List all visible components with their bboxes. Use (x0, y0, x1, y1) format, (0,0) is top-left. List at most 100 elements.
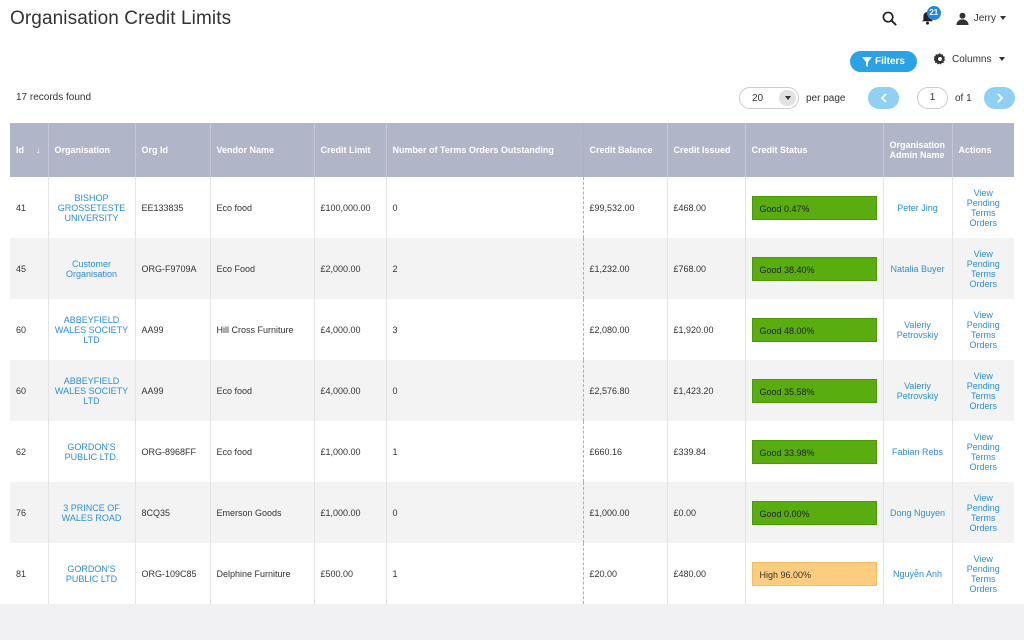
user-menu[interactable]: Jerry (956, 12, 1006, 25)
cell-terms-outstanding: 1 (386, 543, 584, 604)
organisation-link[interactable]: 3 PRINCE OF WALES ROAD (48, 482, 136, 543)
notifications-bell[interactable]: 21 (918, 6, 941, 28)
column-header-admin-name[interactable]: Organisation Admin Name (883, 123, 953, 177)
credit-status-badge: Good 48.00% (751, 317, 877, 342)
cell-vendor-name: Eco food (210, 421, 315, 482)
notification-count-badge: 21 (926, 6, 941, 20)
organisation-link[interactable]: ABBEYFIELD WALES SOCIETY LTD (48, 360, 136, 421)
admin-name-link[interactable]: Valeriy Petrovskiy (883, 360, 953, 421)
cell-org-id: AA99 (135, 360, 211, 421)
admin-name-link[interactable]: Fabian Rebs (883, 421, 953, 482)
view-pending-terms-orders-link[interactable]: View Pending Terms Orders (952, 299, 1014, 360)
cell-terms-outstanding: 1 (386, 421, 584, 482)
credit-status-badge: Good 33.98% (751, 439, 877, 464)
cell-id: 60 (10, 360, 49, 421)
column-header-credit-balance[interactable]: Credit Balance (583, 123, 668, 177)
cell-org-id: ORG-109C85 (135, 543, 211, 604)
cell-terms-outstanding: 0 (386, 482, 584, 543)
top-bar-actions: 21 Jerry (880, 6, 1006, 28)
admin-name-link[interactable]: Nguyễn Anh (883, 543, 953, 604)
cell-org-id: ORG-8968FF (135, 421, 211, 482)
page-footer-band (0, 604, 1024, 640)
organisation-link[interactable]: Customer Organisation (48, 238, 136, 299)
credit-status-badge: Good 38.40% (751, 256, 877, 281)
credit-limits-table: Id ↓ Organisation Org Id Vendor Name Cred… (10, 123, 1014, 604)
table-body: 41 BISHOP GROSSETESTE UNIVERSITY EE133835 E… (10, 177, 1014, 604)
organisation-link[interactable]: GORDON'S PUBLIC LTD (48, 543, 136, 604)
column-header-id[interactable]: Id ↓ (10, 123, 49, 177)
column-header-terms-outstanding[interactable]: Number of Terms Orders Outstanding (386, 123, 584, 177)
admin-name-link[interactable]: Valeriy Petrovskiy (883, 299, 953, 360)
organisation-link[interactable]: BISHOP GROSSETESTE UNIVERSITY (48, 177, 136, 238)
user-name: Jerry (973, 12, 996, 24)
cell-id: 60 (10, 299, 49, 360)
cell-credit-balance: £1,000.00 (583, 482, 668, 543)
view-pending-terms-orders-link[interactable]: View Pending Terms Orders (952, 238, 1014, 299)
cell-credit-issued: £480.00 (667, 543, 746, 604)
cell-credit-status: Good 35.58% (745, 360, 884, 421)
page-total-label: of 1 (955, 93, 972, 104)
previous-page-button[interactable] (868, 87, 899, 109)
filters-button[interactable]: Filters (850, 51, 917, 72)
cell-credit-status: High 96.00% (745, 543, 884, 604)
cell-credit-balance: £1,232.00 (583, 238, 668, 299)
user-icon (956, 12, 969, 25)
credit-status-badge: High 96.00% (751, 561, 877, 586)
view-pending-terms-orders-link[interactable]: View Pending Terms Orders (952, 360, 1014, 421)
page-number-input[interactable]: 1 (917, 87, 948, 109)
column-header-organisation[interactable]: Organisation (48, 123, 136, 177)
cell-org-id: EE133835 (135, 177, 211, 238)
per-page-label: per page (806, 93, 846, 104)
cell-credit-issued: £468.00 (667, 177, 746, 238)
credit-status-badge: Good 35.58% (751, 378, 877, 403)
cell-credit-balance: £99,532.00 (583, 177, 668, 238)
cell-terms-outstanding: 2 (386, 238, 584, 299)
cell-vendor-name: Eco food (210, 177, 315, 238)
cell-credit-status: Good 33.98% (745, 421, 884, 482)
column-header-credit-issued[interactable]: Credit Issued (667, 123, 746, 177)
gear-icon (934, 53, 946, 65)
admin-name-link[interactable]: Dong Nguyen (883, 482, 953, 543)
next-page-button[interactable] (984, 87, 1015, 109)
organisation-link[interactable]: GORDON'S PUBLIC LTD. (48, 421, 136, 482)
cell-credit-limit: £500.00 (314, 543, 387, 604)
table-row: 60 ABBEYFIELD WALES SOCIETY LTD AA99 Hill C… (10, 299, 1014, 360)
chevron-left-icon (880, 93, 887, 103)
view-pending-terms-orders-link[interactable]: View Pending Terms Orders (952, 482, 1014, 543)
cell-vendor-name: Hill Cross Furniture (210, 299, 315, 360)
admin-name-link[interactable]: Natalia Buyer (883, 238, 953, 299)
cell-credit-balance: £2,576.80 (583, 360, 668, 421)
cell-credit-status: Good 0.00% (745, 482, 884, 543)
cell-credit-balance: £20.00 (583, 543, 668, 604)
column-header-org-id[interactable]: Org Id (135, 123, 211, 177)
cell-credit-status: Good 0.47% (745, 177, 884, 238)
cell-terms-outstanding: 0 (386, 177, 584, 238)
table-row: 45 Customer Organisation ORG-F9709A Eco Foo… (10, 238, 1014, 299)
view-pending-terms-orders-link[interactable]: View Pending Terms Orders (952, 421, 1014, 482)
column-header-credit-limit[interactable]: Credit Limit (314, 123, 387, 177)
admin-name-link[interactable]: Peter Jing (883, 177, 953, 238)
per-page-select[interactable]: 20 (739, 87, 799, 109)
cell-terms-outstanding: 0 (386, 360, 584, 421)
column-header-vendor-name[interactable]: Vendor Name (210, 123, 315, 177)
cell-credit-issued: £768.00 (667, 238, 746, 299)
table-row: 62 GORDON'S PUBLIC LTD. ORG-8968FF Eco food… (10, 421, 1014, 482)
cell-org-id: ORG-F9709A (135, 238, 211, 299)
cell-credit-limit: £100,000.00 (314, 177, 387, 238)
cell-vendor-name: Delphine Furniture (210, 543, 315, 604)
columns-button[interactable]: Columns (934, 53, 1006, 65)
page-title: Organisation Credit Limits (10, 8, 232, 29)
view-pending-terms-orders-link[interactable]: View Pending Terms Orders (952, 543, 1014, 604)
cell-credit-limit: £1,000.00 (314, 421, 387, 482)
search-icon[interactable] (880, 8, 900, 28)
cell-id: 45 (10, 238, 49, 299)
cell-id: 62 (10, 421, 49, 482)
credit-status-badge: Good 0.00% (751, 500, 877, 525)
organisation-link[interactable]: ABBEYFIELD WALES SOCIETY LTD (48, 299, 136, 360)
column-header-credit-status[interactable]: Credit Status (745, 123, 884, 177)
view-pending-terms-orders-link[interactable]: View Pending Terms Orders (952, 177, 1014, 238)
cell-id: 81 (10, 543, 49, 604)
cell-credit-issued: £1,920.00 (667, 299, 746, 360)
cell-credit-limit: £4,000.00 (314, 360, 387, 421)
filters-label: Filters (874, 56, 905, 67)
